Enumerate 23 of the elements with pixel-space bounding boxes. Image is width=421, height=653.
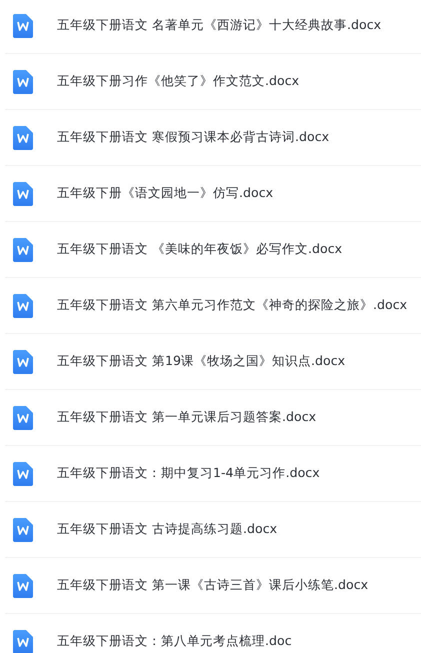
file-name[interactable]: 五年级下册语文 古诗提高练习题.docx: [57, 521, 278, 538]
file-name[interactable]: 五年级下册《语文园地一》仿写.docx: [57, 185, 274, 202]
file-name[interactable]: 五年级下册语文 第19课《牧场之国》知识点.docx: [57, 353, 346, 370]
word-file-icon: [13, 574, 33, 598]
word-file-icon: [13, 462, 33, 486]
file-name[interactable]: 五年级下册语文 名著单元《西游记》十大经典故事.docx: [57, 17, 382, 34]
file-name[interactable]: 五年级下册语文 第一课《古诗三首》课后小练笔.docx: [57, 577, 368, 594]
file-name[interactable]: 五年级下册语文：期中复习1-4单元习作.docx: [57, 465, 320, 482]
file-name[interactable]: 五年级下册语文 第一单元课后习题答案.docx: [57, 409, 316, 426]
word-file-icon: [13, 70, 33, 94]
file-name[interactable]: 五年级下册习作《他笑了》作文范文.docx: [57, 73, 300, 90]
word-file-icon: [13, 238, 33, 262]
word-file-icon: [13, 518, 33, 542]
word-file-icon: [13, 350, 33, 374]
file-name[interactable]: 五年级下册语文：第八单元考点梳理.doc: [57, 633, 292, 650]
file-name[interactable]: 五年级下册语文 寒假预习课本必背古诗词.docx: [57, 129, 330, 146]
word-file-icon: [13, 406, 33, 430]
word-file-icon: [13, 182, 33, 206]
word-file-icon: [13, 294, 33, 318]
word-file-icon: [13, 14, 33, 38]
file-name[interactable]: 五年级下册语文 第六单元习作范文《神奇的探险之旅》.docx: [57, 297, 408, 314]
file-name[interactable]: 五年级下册语文 《美味的年夜饭》必写作文.docx: [57, 241, 342, 258]
word-file-icon: [13, 126, 33, 150]
